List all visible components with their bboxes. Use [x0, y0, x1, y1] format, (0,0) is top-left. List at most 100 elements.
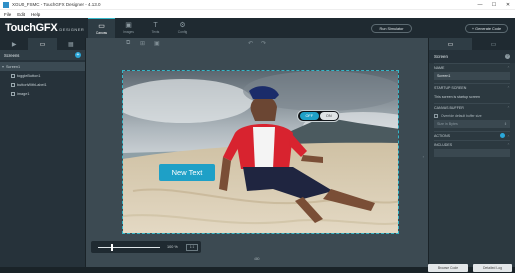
- redo-icon[interactable]: ↷: [261, 40, 266, 47]
- zoom-bar: 100 % 1:1: [91, 241, 201, 253]
- tab-texts[interactable]: T Texts: [142, 18, 169, 38]
- tree-item-togglebutton1[interactable]: toggleButton1: [0, 71, 85, 80]
- add-screen-button[interactable]: +: [75, 52, 81, 58]
- includes-section: INCLUDES ⌃: [429, 140, 515, 157]
- play-icon[interactable]: ▶: [0, 38, 28, 50]
- actions-section: ACTIONS ⌃: [429, 131, 515, 140]
- app-icon: [3, 1, 9, 8]
- window-controls: — ☐ ✕: [473, 0, 515, 9]
- screens-title: Screens: [4, 52, 20, 58]
- toggle-off-label: OFF: [300, 112, 319, 120]
- actions-section-title[interactable]: ACTIONS ⌃: [434, 131, 510, 140]
- window-title: XGU0_FSMC - TouchGFX Designer - 4.13.0: [12, 2, 101, 7]
- canvas-buffer-section-title[interactable]: CANVAS BUFFER ⌃: [434, 103, 510, 112]
- texts-icon: T: [153, 22, 158, 29]
- tab-images-label: Images: [123, 30, 134, 34]
- tree-item-buttonwithlabel1[interactable]: buttonWithLabel1: [0, 80, 85, 89]
- generate-code-button[interactable]: + Generate Code: [465, 24, 508, 33]
- buffer-size-input[interactable]: Size in Bytes ⇕: [434, 120, 510, 128]
- menu-bar: File Edit Help: [0, 9, 515, 18]
- container-icon[interactable]: ▣: [154, 40, 160, 47]
- chevron-up-icon: ⌃: [506, 66, 510, 70]
- tab-config-label: Config: [177, 30, 188, 34]
- buffer-size-placeholder: Size in Bytes: [437, 122, 458, 126]
- includes-input[interactable]: [434, 149, 510, 157]
- widgets-icon[interactable]: ▦: [57, 38, 85, 50]
- startup-text: This screen is startup screen: [434, 94, 480, 99]
- right-panel-tabs: ▭ ▭: [429, 38, 515, 50]
- touchgfx-logo: TouchGFX DESIGNER: [5, 22, 84, 34]
- screen-name-input[interactable]: Screen1: [434, 72, 510, 80]
- properties-title: Screen: [434, 54, 448, 59]
- logo-main: TouchGFX: [5, 22, 58, 34]
- chevron-up-icon: ⌃: [506, 86, 510, 90]
- tab-config[interactable]: ⚙ Config: [169, 18, 196, 38]
- chevron-up-icon: ⌃: [506, 143, 510, 147]
- help-icon[interactable]: ?: [505, 54, 510, 59]
- interactions-tab-icon[interactable]: ▭: [472, 38, 515, 50]
- images-icon: ▣: [125, 22, 132, 29]
- toggle-widget-icon: [11, 73, 15, 78]
- includes-section-title[interactable]: INCLUDES ⌃: [434, 140, 510, 149]
- tree-item-label: buttonWithLabel1: [17, 82, 47, 87]
- add-action-button[interactable]: [499, 133, 505, 138]
- toggle-button[interactable]: OFF ON: [297, 110, 340, 122]
- zoom-slider-thumb[interactable]: [111, 243, 113, 251]
- browse-code-button[interactable]: Browse Code: [428, 264, 468, 272]
- checkbox-icon: [434, 114, 438, 118]
- screen-icon[interactable]: ▭: [28, 38, 57, 50]
- maximize-button[interactable]: ☐: [487, 0, 501, 9]
- undo-icon[interactable]: ↶: [248, 40, 253, 47]
- screens-header: Screens +: [0, 50, 85, 60]
- image-widget-icon: [11, 91, 15, 96]
- chevron-up-icon: ⌃: [506, 135, 510, 139]
- menu-file[interactable]: File: [4, 12, 11, 17]
- tree-item-label: Screen1: [6, 64, 21, 69]
- properties-panel: ▭ ▭ Screen ? NAME ⌃ Screen1 STARTUP SCREE…: [428, 38, 515, 267]
- tree-item-image1[interactable]: image1: [0, 89, 85, 98]
- top-toolbar: TouchGFX DESIGNER ▭ Canvas ▣ Images T Te…: [0, 18, 515, 38]
- title-bar: XGU0_FSMC - TouchGFX Designer - 4.13.0 —…: [0, 0, 515, 9]
- minimize-button[interactable]: —: [473, 0, 487, 9]
- align-icon[interactable]: ⊞: [140, 40, 145, 47]
- tree-item-label: image1: [17, 91, 30, 96]
- new-text-button[interactable]: New Text: [159, 164, 215, 181]
- screen-canvas[interactable]: OFF ON New Text: [122, 70, 399, 234]
- zoom-fit-button[interactable]: 1:1: [186, 243, 198, 251]
- canvas-icon: ▭: [98, 22, 105, 30]
- detailed-log-button[interactable]: Detailed Log: [473, 264, 512, 272]
- button-widget-icon: [11, 82, 15, 87]
- canvas-width-label: 480: [254, 257, 260, 261]
- tab-canvas-label: Canvas: [95, 30, 108, 35]
- tab-texts-label: Texts: [151, 30, 160, 34]
- canvas-area[interactable]: ⧉ ⊞ ▣ ↶ ↷ OFF ON New Text › 100 % 1:1 48…: [86, 38, 428, 267]
- beach-photo-image[interactable]: [123, 71, 399, 234]
- chevron-right-icon[interactable]: ›: [423, 154, 424, 159]
- menu-edit[interactable]: Edit: [17, 12, 25, 17]
- toggle-on-label: ON: [319, 112, 338, 120]
- run-simulator-button[interactable]: Run Simulator: [371, 24, 412, 33]
- canvas-toolbar: ⧉ ⊞ ▣ ↶ ↷: [86, 38, 428, 50]
- startup-section: STARTUP SCREEN ⌃ This screen is startup s…: [429, 83, 515, 101]
- chevron-up-icon: ⌃: [506, 106, 510, 110]
- gear-icon: ⚙: [179, 22, 186, 29]
- override-buffer-label: Override default buffer size: [441, 114, 482, 118]
- tab-images[interactable]: ▣ Images: [115, 18, 142, 38]
- name-section-title[interactable]: NAME ⌃: [434, 63, 510, 72]
- left-panel-tabs: ▶ ▭ ▦: [0, 38, 85, 50]
- zoom-value: 100 %: [167, 244, 178, 249]
- tree-item-screen1[interactable]: ▾ Screen1: [0, 62, 85, 71]
- group-icon[interactable]: ⧉: [126, 40, 130, 47]
- close-button[interactable]: ✕: [501, 0, 515, 9]
- zoom-slider-track[interactable]: [98, 246, 160, 248]
- override-buffer-checkbox[interactable]: Override default buffer size: [434, 112, 510, 120]
- tab-canvas[interactable]: ▭ Canvas: [88, 18, 115, 38]
- left-panel: ▶ ▭ ▦ Screens + ▾ Screen1 toggleButton1 …: [0, 38, 86, 267]
- screen-tree: ▾ Screen1 toggleButton1 buttonWithLabel1…: [0, 60, 85, 98]
- logo-sub: DESIGNER: [59, 27, 85, 32]
- properties-header: Screen ?: [429, 50, 515, 63]
- startup-section-title[interactable]: STARTUP SCREEN ⌃: [434, 83, 510, 92]
- stepper-icon[interactable]: ⇕: [504, 122, 507, 126]
- menu-help[interactable]: Help: [31, 12, 40, 17]
- properties-tab-icon[interactable]: ▭: [429, 38, 472, 50]
